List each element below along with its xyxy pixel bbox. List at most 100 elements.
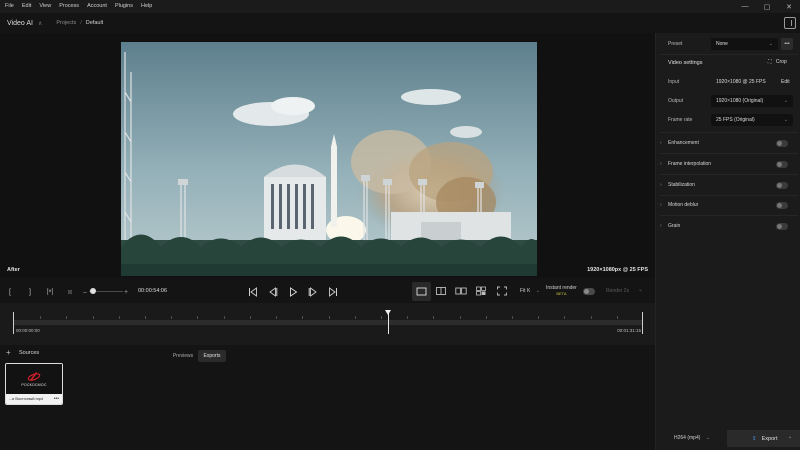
frame-rate-select[interactable]: 25 FPS (Original) ⌄	[711, 114, 793, 126]
timeline-out-marker[interactable]	[641, 312, 643, 334]
timeline-tick	[616, 316, 618, 319]
timeline-tick	[171, 316, 173, 319]
timeline-track[interactable]	[14, 320, 643, 325]
source-thumbnail: РОСКОСМОС	[6, 364, 62, 394]
input-label: Input	[668, 79, 680, 85]
mark-out-button[interactable]: ]	[26, 286, 34, 298]
instant-render-label: Instant render BETA	[546, 285, 577, 297]
source-name-row: ...и Восточный.mp4 •••	[6, 394, 62, 404]
frame-interpolation-toggle[interactable]	[776, 161, 788, 168]
section-motion-deblur[interactable]: › Motion deblur	[660, 195, 796, 215]
chevron-down-icon[interactable]: ∧	[38, 20, 42, 27]
view-mode-split-icon[interactable]	[435, 286, 447, 296]
breadcrumb-projects[interactable]: Projects	[56, 20, 76, 26]
view-mode-grid-icon[interactable]	[475, 286, 487, 296]
timecode[interactable]: 00:00:54:06	[138, 288, 167, 294]
timeline-tick	[249, 316, 251, 319]
section-enhancement[interactable]: › Enhancement	[660, 133, 796, 153]
timeline-tick	[118, 316, 120, 319]
menu-help[interactable]: Help	[137, 0, 156, 13]
render-options-icon[interactable]: ⌄	[638, 286, 643, 293]
section-stabilization[interactable]: › Stabilization	[660, 175, 796, 195]
menu-view[interactable]: View	[35, 0, 55, 13]
tab-exports[interactable]: Exports	[198, 350, 226, 362]
section-frame-interpolation[interactable]: › Frame interpolation	[660, 154, 796, 174]
export-options-icon[interactable]: ⌄	[788, 434, 792, 440]
view-mode-side-by-side-icon[interactable]	[455, 286, 467, 296]
crop-label: Crop	[775, 59, 787, 65]
zoom-minus-icon[interactable]: –	[82, 286, 88, 298]
fit-select[interactable]: Fit K ⌄	[520, 288, 540, 294]
fit-suffix: K	[526, 288, 531, 294]
breadcrumb-current[interactable]: Default	[86, 20, 103, 26]
input-edit-button[interactable]: Edit	[781, 79, 790, 85]
sources-title: Sources	[19, 350, 40, 356]
motion-deblur-toggle[interactable]	[776, 202, 788, 209]
section-label: Motion deblur	[668, 202, 699, 208]
menu-bar: File Edit View Process Account Plugins H…	[0, 0, 800, 13]
timeline-tick	[145, 316, 147, 319]
skip-back-icon[interactable]	[246, 285, 260, 299]
timeline-tick	[197, 316, 199, 319]
menu-edit[interactable]: Edit	[18, 0, 35, 13]
preset-more-button[interactable]: •••	[781, 38, 793, 50]
app-title[interactable]: Video AI	[0, 20, 33, 27]
export-format-select[interactable]: H264 (mp4) ⌄	[674, 435, 710, 441]
play-icon[interactable]	[286, 285, 300, 299]
timeline-tick	[407, 316, 409, 319]
chevron-down-icon: ⌄	[768, 41, 773, 47]
sidebar-toggle-icon[interactable]	[784, 17, 796, 29]
timeline-tick	[328, 316, 330, 319]
more-icon[interactable]: •••	[54, 396, 62, 402]
title-bar: Video AI ∧ Projects / Default	[0, 13, 655, 33]
view-mode-single-button[interactable]	[412, 282, 431, 301]
video-frame[interactable]	[121, 42, 537, 276]
menu-plugins[interactable]: Plugins	[111, 0, 137, 13]
render-button[interactable]: Render 2s	[606, 288, 629, 294]
source-logo-text: РОСКОСМОС	[21, 383, 47, 387]
output-select[interactable]: 1920×1080 (Original) ⌄	[711, 95, 793, 107]
grain-toggle[interactable]	[776, 223, 788, 230]
close-button[interactable]: ✕	[778, 0, 800, 13]
step-back-icon[interactable]	[266, 285, 280, 299]
menu-process[interactable]: Process	[55, 0, 83, 13]
instant-render-toggle[interactable]	[583, 288, 595, 295]
fullscreen-icon[interactable]	[496, 286, 508, 296]
sources-area	[0, 345, 655, 450]
timeline-tick	[354, 316, 356, 319]
menu-file[interactable]: File	[0, 0, 18, 13]
timeline-tick	[485, 316, 487, 319]
timeline-tick	[433, 316, 435, 319]
frame-rate-label: Frame rate	[668, 117, 693, 123]
step-forward-icon[interactable]	[306, 285, 320, 299]
plus-icon[interactable]: +	[6, 348, 11, 357]
crop-button[interactable]: ⛶ Crop	[768, 59, 787, 65]
minimize-button[interactable]: —	[734, 0, 756, 13]
maximize-button[interactable]: ▢	[756, 0, 778, 13]
chevron-right-icon: ›	[660, 140, 662, 146]
fit-range-icon[interactable]: [×]	[44, 286, 56, 298]
timeline-tick	[380, 316, 382, 319]
window-controls: — ▢ ✕	[734, 0, 800, 13]
timeline-in-marker[interactable]	[13, 312, 15, 334]
preset-select[interactable]: None ⌄	[711, 38, 778, 50]
section-label: Grain	[668, 223, 681, 229]
enhancement-toggle[interactable]	[776, 140, 788, 147]
timeline-start-time: 00:00:00:00	[16, 328, 40, 333]
playhead-handle[interactable]	[384, 310, 391, 315]
chevron-down-icon: ⌄	[705, 435, 710, 441]
crop-range-icon[interactable]: ⊠	[64, 286, 76, 298]
tab-previews[interactable]: Previews	[169, 350, 197, 362]
timeline-tick	[459, 316, 461, 319]
timeline-tick	[538, 316, 540, 319]
skip-forward-icon[interactable]	[326, 285, 340, 299]
zoom-plus-icon[interactable]: +	[122, 286, 130, 298]
menu-account[interactable]: Account	[83, 0, 111, 13]
source-card[interactable]: РОСКОСМОС ...и Восточный.mp4 •••	[5, 363, 63, 405]
section-grain[interactable]: › Grain	[660, 216, 796, 236]
export-icon: ⇪	[752, 435, 757, 442]
output-label: Output	[668, 98, 684, 104]
mark-in-button[interactable]: [	[6, 286, 14, 298]
stabilization-toggle[interactable]	[776, 182, 788, 189]
chevron-right-icon: ›	[660, 161, 662, 167]
